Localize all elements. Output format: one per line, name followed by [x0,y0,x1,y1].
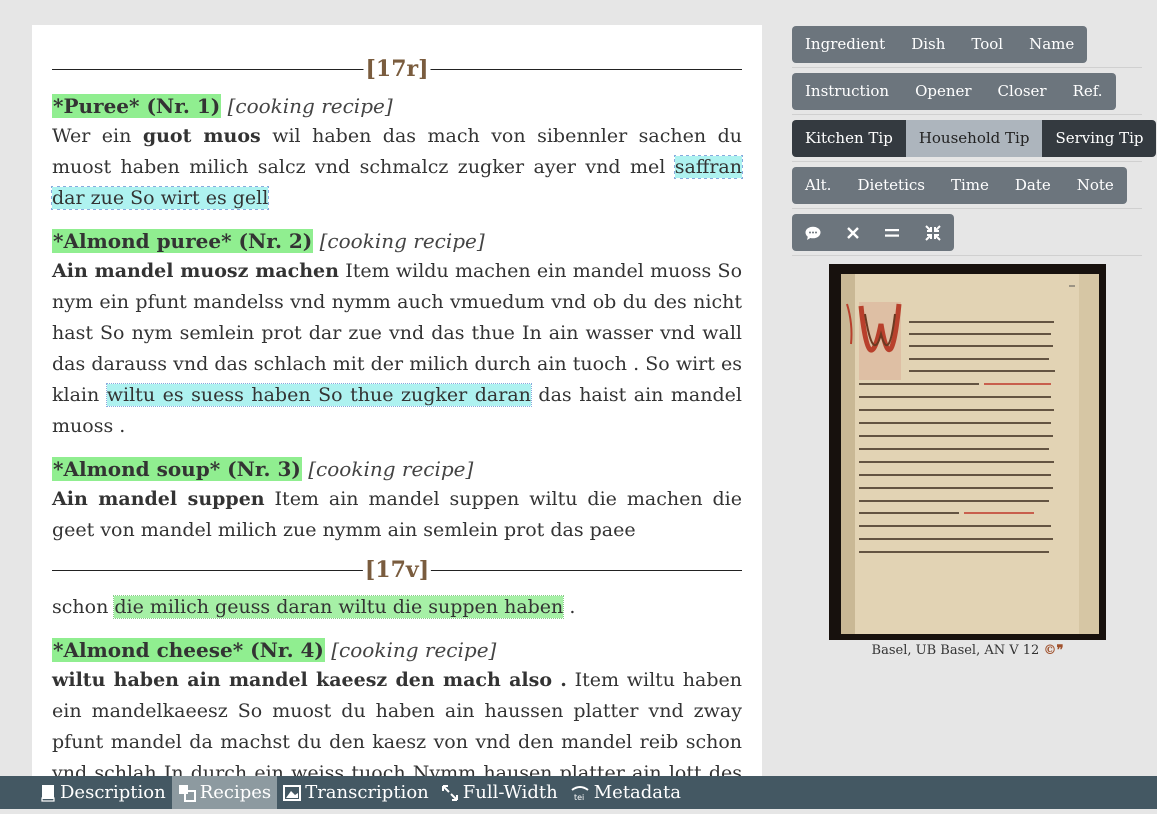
recipe-body: Ain mandel muosz machen Item wildu mache… [52,256,742,442]
recipe-body: Wer ein guot muos wil haben das mach von… [51,121,743,214]
filter-serving-tip-button[interactable]: Serving Tip [1042,120,1157,157]
divider [792,255,1142,256]
quote-icon[interactable]: ❞ [1056,643,1063,658]
filter-ref-button[interactable]: Ref. [1059,73,1116,110]
recipe-dish-name: guot muos [142,125,261,147]
recipe-title[interactable]: *Puree* (Nr. 1) [52,94,222,118]
recipe-heading: *Almond cheese* (Nr. 4) [cooking recipe] [52,635,742,665]
manuscript-image[interactable] [829,264,1106,640]
recipe-title[interactable]: *Almond soup* (Nr. 3) [52,457,302,481]
filter-group-entities: Ingredient Dish Tool Name [792,26,1088,63]
filter-note-button[interactable]: Note [1063,167,1127,204]
recipe-text: schon [52,596,115,618]
metadata-tab[interactable]: tei Metadata [564,776,687,809]
filter-kitchen-tip-button[interactable]: Kitchen Tip [792,120,906,157]
filter-ingredient-button[interactable]: Ingredient [792,26,899,63]
filter-tool-button[interactable]: Tool [958,26,1017,63]
recipe-type: [cooking recipe] [308,457,474,481]
filter-opener-button[interactable]: Opener [902,73,985,110]
image-icon [283,784,302,801]
recipe-continuation: schon die milich geuss daran wiltu die s… [52,592,742,623]
transcription-panel: [17r] *Puree* (Nr. 1) [cooking recipe] W… [32,25,762,776]
serving-tip-highlight[interactable]: wiltu es suess haben So thue zugker dara… [105,383,532,407]
folio-marker: [17r] [52,55,742,91]
license-icon[interactable]: © [1043,643,1056,658]
filter-time-button[interactable]: Time [937,167,1002,204]
instruction-highlight[interactable]: die milich geuss daran wiltu die suppen … [113,595,565,619]
divider [792,208,1142,209]
filter-dish-button[interactable]: Dish [898,26,959,63]
folio-marker: [17v] [52,556,742,592]
full-width-tab[interactable]: Full-Width [435,776,564,809]
recipes-label: Recipes [199,782,272,803]
recipe-body: Ain mandel suppen Item ain mandel suppen… [52,484,742,546]
filter-group-structure: Instruction Opener Closer Ref. [792,73,1116,110]
bottom-toolbar: Description Recipes Transcription Full-W… [0,776,1157,809]
manuscript-page-illustration [829,264,1106,640]
compress-icon [925,225,941,241]
recipe-heading: *Almond puree* (Nr. 2) [cooking recipe] [52,226,742,256]
recipe-type: [cooking recipe] [227,94,393,118]
recipe-title[interactable]: *Almond cheese* (Nr. 4) [52,638,325,662]
comment-button[interactable] [792,214,834,251]
filter-alt-button[interactable]: Alt. [792,167,845,204]
recipes-tab[interactable]: Recipes [171,776,278,809]
folio-label: [17v] [362,556,432,584]
comment-icon [805,226,821,240]
equal-button[interactable] [872,214,912,251]
recipe-title[interactable]: *Almond puree* (Nr. 2) [52,229,314,253]
transcription-tab[interactable]: Transcription [277,776,435,809]
transcription-label: Transcription [305,782,429,803]
recipe-heading: *Almond soup* (Nr. 3) [cooking recipe] [52,454,742,484]
description-tab[interactable]: Description [34,776,172,809]
recipe-dish-name: Ain mandel suppen [52,488,265,510]
folio-label: [17r] [363,55,431,83]
filter-instruction-button[interactable]: Instruction [792,73,903,110]
divider [792,161,1142,162]
full-width-label: Full-Width [462,782,558,803]
divider [792,114,1142,115]
compress-button[interactable] [912,214,954,251]
filter-date-button[interactable]: Date [1001,167,1064,204]
recipe-dish-name: wiltu haben ain mandel kaeesz den mach a… [52,669,567,691]
bottom-strip [0,809,1157,814]
filter-group-misc: Alt. Dietetics Time Date Note [792,167,1127,204]
recipe-heading: *Puree* (Nr. 1) [cooking recipe] [52,91,742,121]
filter-closer-button[interactable]: Closer [984,73,1060,110]
filter-group-tips: Kitchen Tip Household Tip Serving Tip [792,120,1157,157]
filter-dietetics-button[interactable]: Dietetics [844,167,938,204]
description-label: Description [60,782,166,803]
clear-button[interactable] [834,214,872,251]
copy-icon [178,784,196,802]
divider [792,67,1142,68]
svg-text:tei: tei [574,793,584,802]
image-caption: Basel, UB Basel, AN V 12 ©❞ [829,643,1106,658]
equals-icon [885,229,899,237]
metadata-label: Metadata [593,782,682,803]
view-controls [792,214,954,251]
recipe-body: wiltu haben ain mandel kaeesz den mach a… [52,665,742,776]
recipe-type: [cooking recipe] [331,638,497,662]
expand-icon [441,784,458,801]
book-icon [41,784,55,802]
tei-icon: tei [571,785,589,802]
recipe-text-tail: . [563,596,576,618]
filter-name-button[interactable]: Name [1016,26,1088,63]
recipe-type: [cooking recipe] [319,229,485,253]
close-icon [847,227,859,239]
caption-text: Basel, UB Basel, AN V 12 [871,643,1040,658]
recipe-dish-name: Ain mandel muosz machen [52,260,339,282]
filter-household-tip-button[interactable]: Household Tip [905,120,1043,157]
recipe-text-plain: Wer ein [52,125,143,147]
